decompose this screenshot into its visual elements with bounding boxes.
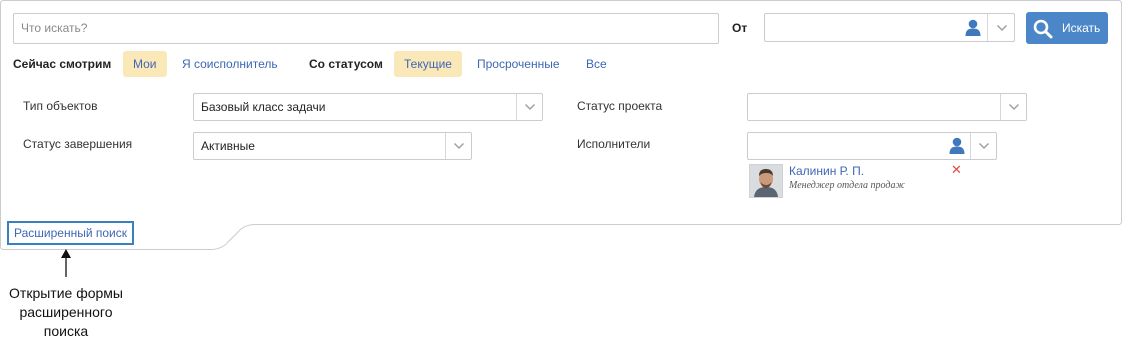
annotation-line-1: Открытие формы [9,285,123,301]
tab-mine[interactable]: Мои [123,51,167,77]
tab-coexecutor[interactable]: Я соисполнитель [172,51,288,77]
user-icon[interactable] [949,137,965,154]
search-input[interactable]: Что искать? [13,13,719,44]
search-button[interactable]: Искать [1026,12,1108,44]
search-button-label: Искать [1062,21,1101,35]
chevron-down-icon[interactable] [517,94,543,120]
completion-status-select[interactable]: Активные [193,132,472,160]
tab-current-label: Текущие [404,57,452,71]
from-field[interactable] [764,13,1015,42]
performers-field[interactable] [747,132,997,160]
search-placeholder: Что искать? [21,21,88,35]
tab-coexecutor-label: Я соисполнитель [182,57,278,71]
arrow-up-icon [61,249,71,277]
object-type-label: Тип объектов [23,99,98,113]
annotation-line-3: поиска [43,323,89,339]
search-icon [1033,19,1053,39]
project-status-label: Статус проекта [577,99,663,113]
tab-all-label: Все [586,57,607,71]
from-label: От [732,21,748,35]
watching-label: Сейчас смотрим [13,57,112,71]
chevron-down-icon[interactable] [971,133,997,159]
performer-avatar [749,164,783,198]
tab-current[interactable]: Текущие [394,51,462,77]
tab-overdue[interactable]: Просроченные [467,51,570,77]
performer-name[interactable]: Калинин Р. П. [789,164,864,178]
object-type-value: Базовый класс задачи [201,100,326,114]
performer-role: Менеджер отдела продаж [789,180,905,191]
advanced-search-link[interactable]: Расширенный поиск [7,221,134,245]
user-icon[interactable] [965,19,981,36]
performers-label: Исполнители [577,137,651,151]
chevron-down-icon[interactable] [988,14,1015,41]
close-icon[interactable]: ✕ [951,162,962,178]
object-type-select[interactable]: Базовый класс задачи [193,93,543,121]
completion-status-value: Активные [201,139,255,153]
chevron-down-icon[interactable] [1001,94,1027,120]
status-label: Со статусом [309,57,383,71]
tab-overdue-label: Просроченные [477,57,560,71]
completion-status-label: Статус завершения [23,137,133,151]
chevron-down-icon[interactable] [446,133,472,159]
tab-all[interactable]: Все [576,51,617,77]
advanced-search-label: Расширенный поиск [14,226,127,240]
tab-mine-label: Мои [133,57,157,71]
project-status-select[interactable] [747,93,1027,121]
annotation-caption: Открытие формы расширенного поиска [0,284,132,341]
annotation-line-2: расширенного [19,304,113,320]
